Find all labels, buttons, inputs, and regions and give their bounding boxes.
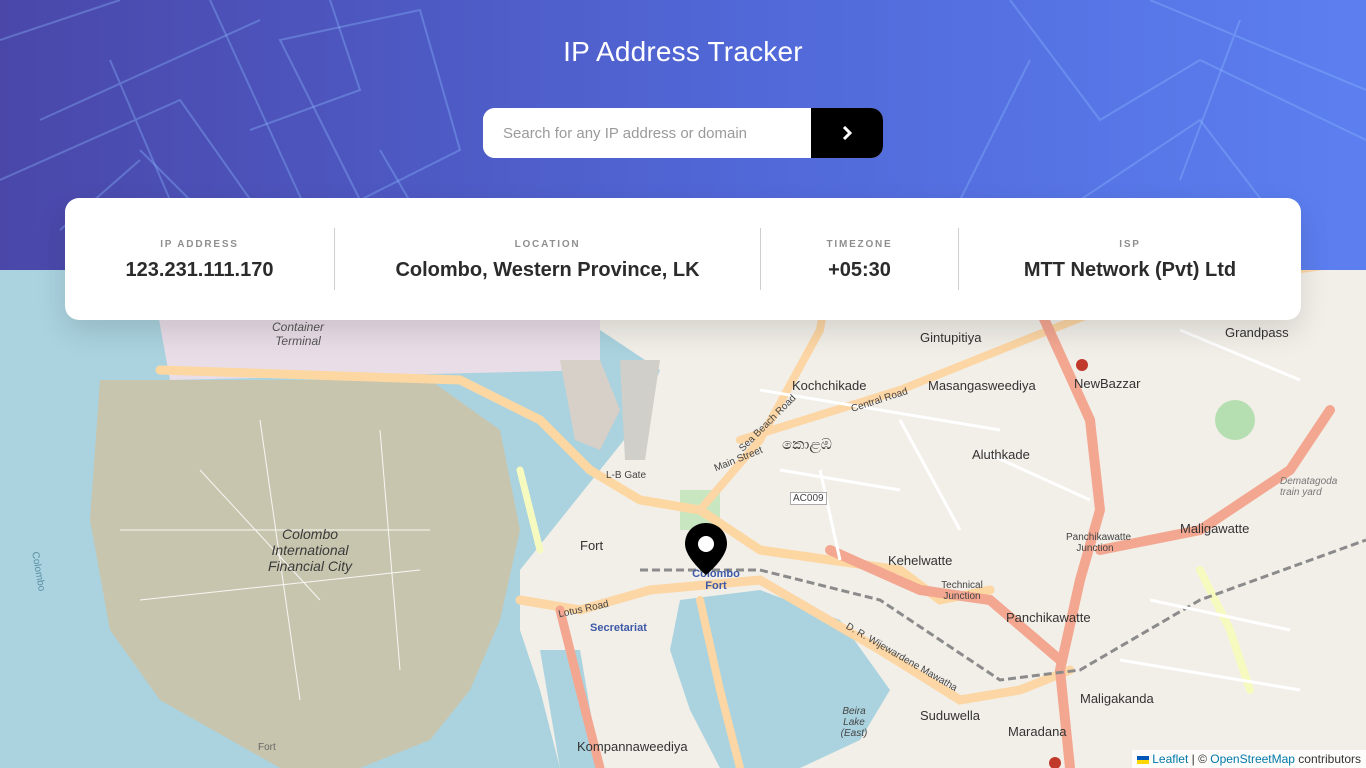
- map-label-kehelwatte: Kehelwatte: [888, 553, 953, 568]
- map-label-technical-junction: Technical Junction: [941, 580, 983, 602]
- map-label-ac009: AC009: [790, 492, 827, 505]
- ip-address-section: IP ADDRESS 123.231.111.170: [65, 198, 334, 320]
- map-label-kochchikade: Kochchikade: [792, 378, 867, 393]
- chevron-right-icon: [842, 126, 853, 140]
- timezone-label: TIMEZONE: [826, 239, 893, 250]
- search-input[interactable]: [483, 108, 811, 158]
- location-pin-icon[interactable]: [683, 521, 729, 577]
- map-label-newbazzar: NewBazzar: [1074, 376, 1141, 391]
- map-label-lb-gate: L-B Gate: [606, 470, 647, 481]
- map-tiles: [90, 270, 1366, 768]
- map-label-secretariat: Secretariat: [590, 622, 647, 634]
- page-title: IP Address Tracker: [563, 36, 803, 67]
- map-label-kompannaweediya: Kompannaweediya: [577, 739, 688, 754]
- map-label-masangasweediya: Masangasweediya: [928, 378, 1036, 393]
- map-label-suduwella: Suduwella: [920, 708, 980, 723]
- location-label: LOCATION: [514, 239, 581, 250]
- ip-address-label: IP ADDRESS: [160, 239, 239, 250]
- attribution-separator: | ©: [1188, 752, 1211, 766]
- location-section: LOCATION Colombo, Western Province, LK: [335, 198, 760, 320]
- map-label-fort-bottom: Fort: [258, 742, 276, 753]
- location-value: Colombo, Western Province, LK: [395, 259, 700, 281]
- map-label-container-terminal: Container Terminal: [271, 320, 325, 348]
- isp-value: MTT Network (Pvt) Ltd: [1023, 259, 1237, 281]
- search-submit-button[interactable]: [811, 108, 883, 158]
- map-label-dematagoda-yard: Dematagoda train yard: [1280, 476, 1338, 498]
- timezone-section: TIMEZONE +05:30: [761, 198, 958, 320]
- map-label-grandpass: Grandpass: [1225, 325, 1289, 340]
- map-label-fort: Fort: [580, 538, 604, 553]
- timezone-value: +05:30: [828, 259, 891, 281]
- map-label-panchikawatte-junction: Panchikawatte Junction: [1066, 532, 1132, 554]
- map-attribution: Leaflet | © OpenStreetMap contributors: [1132, 750, 1366, 768]
- map-label-beira-lake: Beira Lake (East): [840, 706, 868, 739]
- map-label-maligakanda: Maligakanda: [1080, 691, 1154, 706]
- map-view[interactable]: Container Terminal Colombo International…: [0, 270, 1366, 768]
- ip-address-value: 123.231.111.170: [125, 259, 274, 281]
- ip-info-card: IP ADDRESS 123.231.111.170 LOCATION Colo…: [65, 198, 1301, 320]
- search-bar: [483, 108, 883, 158]
- map-label-panchikawatte: Panchikawatte: [1006, 610, 1091, 625]
- attribution-contributors: contributors: [1294, 752, 1361, 766]
- openstreetmap-link[interactable]: OpenStreetMap: [1210, 752, 1295, 766]
- map-label-kolamba: කොළඹ: [782, 436, 832, 453]
- map-label-aluthkade: Aluthkade: [972, 447, 1030, 462]
- map-label-gintupitiya: Gintupitiya: [920, 330, 982, 345]
- leaflet-link[interactable]: Leaflet: [1152, 752, 1188, 766]
- map-label-financial-city: Colombo International Financial City: [267, 526, 353, 574]
- ukraine-flag-icon: [1137, 755, 1150, 764]
- map-label-maradana: Maradana: [1008, 724, 1067, 739]
- map-label-maligawatte: Maligawatte: [1180, 521, 1250, 536]
- isp-section: ISP MTT Network (Pvt) Ltd: [959, 198, 1301, 320]
- isp-label: ISP: [1119, 239, 1141, 250]
